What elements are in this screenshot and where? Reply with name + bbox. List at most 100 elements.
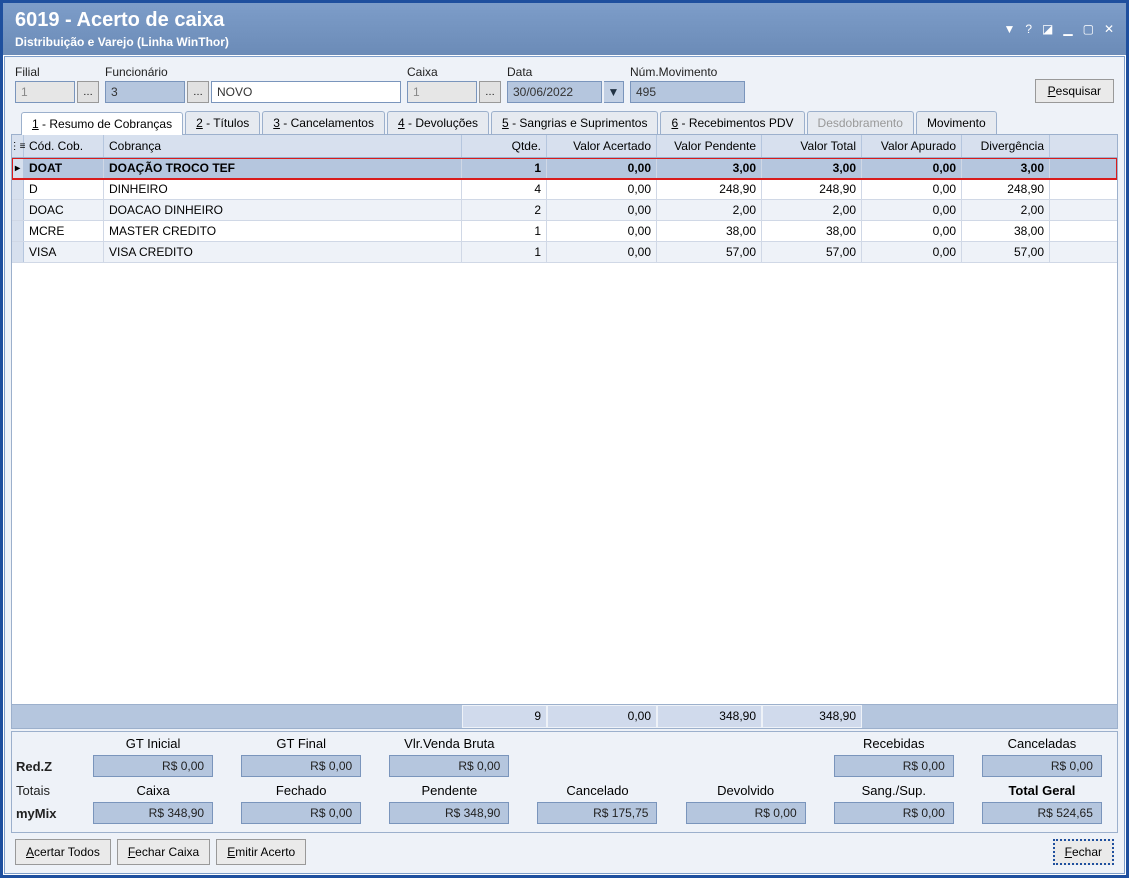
table-row[interactable]: DDINHEIRO40,00248,90248,900,00248,90 bbox=[12, 179, 1117, 200]
col-header-valor-pendente[interactable]: Valor Pendente bbox=[657, 135, 762, 157]
funcionario-lookup-button[interactable]: … bbox=[187, 81, 209, 103]
cancelado-label: Cancelado bbox=[566, 783, 628, 798]
table-row[interactable]: DOACDOACAO DINHEIRO20,002,002,000,002,00 bbox=[12, 200, 1117, 221]
mymix-label: myMix bbox=[16, 806, 76, 821]
tab[interactable]: 5 - Sangrias e Suprimentos bbox=[491, 111, 658, 134]
summary-panel: GT Inicial GT Final Vlr.Venda Bruta Rece… bbox=[11, 731, 1118, 833]
window-title: 6019 - Acerto de caixa bbox=[15, 9, 229, 32]
caixa-input[interactable]: 1 bbox=[407, 81, 477, 103]
maximize-icon[interactable]: ▢ bbox=[1083, 22, 1094, 36]
col-header-qtde[interactable]: Qtde. bbox=[462, 135, 547, 157]
row-indicator bbox=[12, 200, 24, 220]
cell-div: 248,90 bbox=[962, 179, 1050, 199]
devolvido-label: Devolvido bbox=[717, 783, 774, 798]
tab[interactable]: 4 - Devoluções bbox=[387, 111, 489, 134]
close-icon[interactable]: ✕ bbox=[1104, 22, 1114, 36]
table-row[interactable]: MCREMASTER CREDITO10,0038,0038,000,0038,… bbox=[12, 221, 1117, 242]
titlebar: 6019 - Acerto de caixa Distribuição e Va… bbox=[3, 3, 1126, 55]
footer-valor-total: 348,90 bbox=[762, 705, 862, 728]
window-controls: ▼ ? ◪ ▁ ▢ ✕ bbox=[1003, 22, 1114, 36]
row-indicator: ▸ bbox=[12, 158, 24, 178]
cell-vap: 0,00 bbox=[862, 179, 962, 199]
filter-form: Filial 1 … Funcionário 3 … NOVO Caixa 1 … bbox=[11, 63, 1118, 111]
filial-lookup-button[interactable]: … bbox=[77, 81, 99, 103]
footer-valor-acertado: 0,00 bbox=[547, 705, 657, 728]
edit-icon[interactable]: ◪ bbox=[1042, 22, 1053, 36]
cell-vp: 2,00 bbox=[657, 200, 762, 220]
emitir-acerto-button[interactable]: Emitir Acerto bbox=[216, 839, 306, 865]
acertar-todos-button[interactable]: Acertar Todos bbox=[15, 839, 111, 865]
data-input[interactable]: 30/06/2022 bbox=[507, 81, 602, 103]
app-window: 6019 - Acerto de caixa Distribuição e Va… bbox=[0, 0, 1129, 878]
devolvido-value: R$ 0,00 bbox=[686, 802, 806, 824]
cell-va: 0,00 bbox=[547, 158, 657, 178]
cell-cob: DINHEIRO bbox=[104, 179, 462, 199]
fechar-button[interactable]: Fechar bbox=[1053, 839, 1114, 865]
pendente-value: R$ 348,90 bbox=[389, 802, 509, 824]
cell-cod: MCRE bbox=[24, 221, 104, 241]
caixa-lookup-button[interactable]: … bbox=[479, 81, 501, 103]
pendente-label: Pendente bbox=[422, 783, 478, 798]
sang-label: Sang./Sup. bbox=[862, 783, 926, 798]
fechar-caixa-button[interactable]: Fechar Caixa bbox=[117, 839, 210, 865]
cell-vp: 248,90 bbox=[657, 179, 762, 199]
cell-qtde: 1 bbox=[462, 242, 547, 262]
cell-vap: 0,00 bbox=[862, 242, 962, 262]
recebidas-value: R$ 0,00 bbox=[834, 755, 954, 777]
help-icon[interactable]: ? bbox=[1025, 22, 1032, 36]
dropdown-icon[interactable]: ▼ bbox=[1003, 22, 1015, 36]
tab[interactable]: 3 - Cancelamentos bbox=[262, 111, 385, 134]
totais-label: Totais bbox=[16, 783, 76, 798]
total-geral-label: Total Geral bbox=[1008, 783, 1075, 798]
vlr-venda-label: Vlr.Venda Bruta bbox=[404, 736, 494, 751]
tab-bar: 1 - Resumo de Cobranças2 - Títulos3 - Ca… bbox=[11, 111, 1118, 134]
caixa-sum-label: Caixa bbox=[136, 783, 169, 798]
cell-div: 3,00 bbox=[962, 158, 1050, 178]
funcionario-name: NOVO bbox=[211, 81, 401, 103]
table-row[interactable]: ▸DOATDOAÇÃO TROCO TEF10,003,003,000,003,… bbox=[12, 158, 1117, 179]
cell-qtde: 2 bbox=[462, 200, 547, 220]
minimize-icon[interactable]: ▁ bbox=[1063, 22, 1072, 36]
col-header-valor-acertado[interactable]: Valor Acertado bbox=[547, 135, 657, 157]
cell-vap: 0,00 bbox=[862, 158, 962, 178]
sang-value: R$ 0,00 bbox=[834, 802, 954, 824]
table-row[interactable]: VISAVISA CREDITO10,0057,0057,000,0057,00 bbox=[12, 242, 1117, 263]
tab[interactable]: 6 - Recebimentos PDV bbox=[660, 111, 804, 134]
recebidas-label: Recebidas bbox=[863, 736, 924, 751]
bottom-button-bar: Acertar Todos Fechar Caixa Emitir Acerto… bbox=[11, 833, 1118, 867]
cell-vt: 3,00 bbox=[762, 158, 862, 178]
cell-vap: 0,00 bbox=[862, 200, 962, 220]
cell-div: 57,00 bbox=[962, 242, 1050, 262]
tab: Desdobramento bbox=[807, 111, 914, 134]
data-dropdown-icon[interactable]: ▼ bbox=[604, 81, 624, 103]
cell-cod: D bbox=[24, 179, 104, 199]
gt-inicial-label: GT Inicial bbox=[126, 736, 181, 751]
tab[interactable]: 2 - Títulos bbox=[185, 111, 260, 134]
num-mov-input[interactable]: 495 bbox=[630, 81, 745, 103]
col-header-cod[interactable]: Cód. Cob. bbox=[24, 135, 104, 157]
col-header-divergencia[interactable]: Divergência bbox=[962, 135, 1050, 157]
pesquisar-button[interactable]: Pesquisar bbox=[1035, 79, 1114, 103]
filial-input[interactable]: 1 bbox=[15, 81, 75, 103]
fechado-value: R$ 0,00 bbox=[241, 802, 361, 824]
funcionario-input[interactable]: 3 bbox=[105, 81, 185, 103]
cell-cod: DOAT bbox=[24, 158, 104, 178]
data-label: Data bbox=[507, 65, 624, 79]
cell-cob: VISA CREDITO bbox=[104, 242, 462, 262]
cell-qtde: 1 bbox=[462, 158, 547, 178]
cell-va: 0,00 bbox=[547, 179, 657, 199]
cell-div: 2,00 bbox=[962, 200, 1050, 220]
col-header-cobranca[interactable]: Cobrança bbox=[104, 135, 462, 157]
cell-vap: 0,00 bbox=[862, 221, 962, 241]
col-header-valor-total[interactable]: Valor Total bbox=[762, 135, 862, 157]
grid-header: ⋮≡ Cód. Cob. Cobrança Qtde. Valor Acerta… bbox=[12, 135, 1117, 158]
gt-final-label: GT Final bbox=[276, 736, 326, 751]
tab[interactable]: Movimento bbox=[916, 111, 997, 134]
col-header-valor-apurado[interactable]: Valor Apurado bbox=[862, 135, 962, 157]
grid-body[interactable]: ▸DOATDOAÇÃO TROCO TEF10,003,003,000,003,… bbox=[12, 158, 1117, 704]
cell-vt: 2,00 bbox=[762, 200, 862, 220]
tab[interactable]: 1 - Resumo de Cobranças bbox=[21, 112, 183, 135]
grid-selector-header[interactable]: ⋮≡ bbox=[12, 135, 24, 157]
cell-vt: 57,00 bbox=[762, 242, 862, 262]
num-mov-label: Núm.Movimento bbox=[630, 65, 745, 79]
